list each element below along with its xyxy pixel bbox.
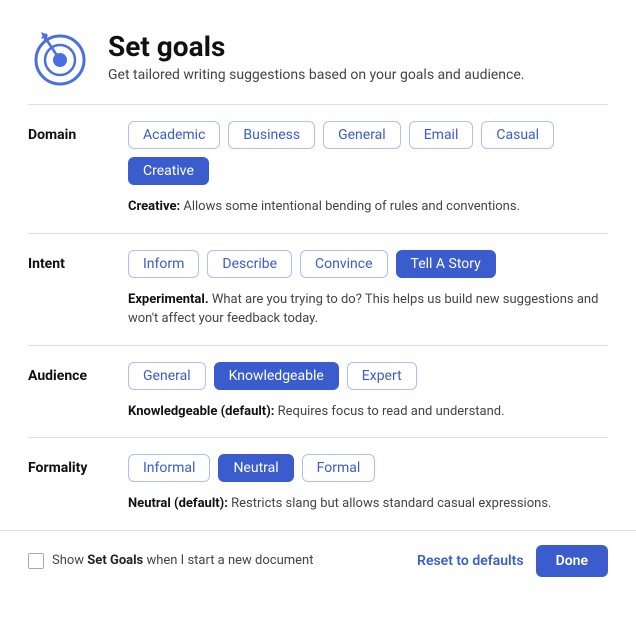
page-header: Set goals Get tailored writing suggestio… — [28, 24, 608, 88]
formality-buttons: Informal Neutral Formal — [128, 454, 375, 482]
divider-1 — [28, 104, 608, 105]
divider-3 — [28, 345, 608, 346]
intent-description: Experimental. What are you trying to do?… — [128, 290, 608, 329]
domain-btn-academic[interactable]: Academic — [128, 121, 220, 149]
intent-section: Intent Inform Describe Convince Tell A S… — [28, 250, 608, 329]
domain-section: Domain Academic Business General Email C… — [28, 121, 608, 217]
target-icon — [28, 24, 92, 88]
domain-label: Domain — [28, 121, 108, 143]
domain-btn-general[interactable]: General — [323, 121, 401, 149]
audience-section: Audience General Knowledgeable Expert Kn… — [28, 362, 608, 422]
footer-left: Show Set Goals when I start a new docume… — [28, 553, 314, 569]
intent-label: Intent — [28, 250, 108, 272]
audience-label: Audience — [28, 362, 108, 384]
intent-btn-describe[interactable]: Describe — [207, 250, 292, 278]
formality-label: Formality — [28, 454, 108, 476]
reset-defaults-button[interactable]: Reset to defaults — [417, 553, 524, 569]
domain-buttons: Academic Business General Email Casual C… — [128, 121, 608, 185]
show-set-goals-checkbox[interactable] — [28, 553, 44, 569]
page-title: Set goals — [108, 30, 524, 63]
audience-buttons: General Knowledgeable Expert — [128, 362, 417, 390]
divider-2 — [28, 233, 608, 234]
formality-btn-neutral[interactable]: Neutral — [218, 454, 293, 482]
footer-checkbox-label: Show Set Goals when I start a new docume… — [52, 553, 314, 568]
audience-btn-knowledgeable[interactable]: Knowledgeable — [214, 362, 339, 390]
domain-btn-casual[interactable]: Casual — [481, 121, 554, 149]
intent-btn-convince[interactable]: Convince — [300, 250, 388, 278]
domain-btn-business[interactable]: Business — [228, 121, 315, 149]
domain-description: Creative: Allows some intentional bendin… — [128, 197, 608, 217]
domain-btn-creative[interactable]: Creative — [128, 157, 209, 185]
audience-description: Knowledgeable (default): Requires focus … — [128, 402, 608, 422]
intent-btn-inform[interactable]: Inform — [128, 250, 199, 278]
audience-btn-expert[interactable]: Expert — [347, 362, 417, 390]
footer-right: Reset to defaults Done — [417, 545, 608, 577]
formality-btn-formal[interactable]: Formal — [302, 454, 376, 482]
intent-btn-tell-a-story[interactable]: Tell A Story — [396, 250, 496, 278]
done-button[interactable]: Done — [536, 545, 608, 577]
formality-description: Neutral (default): Restricts slang but a… — [128, 494, 608, 514]
formality-section: Formality Informal Neutral Formal Neutra… — [28, 454, 608, 514]
domain-btn-email[interactable]: Email — [409, 121, 474, 149]
divider-4 — [28, 437, 608, 438]
formality-btn-informal[interactable]: Informal — [128, 454, 210, 482]
footer: Show Set Goals when I start a new docume… — [0, 530, 636, 591]
page-subtitle: Get tailored writing suggestions based o… — [108, 67, 524, 83]
intent-buttons: Inform Describe Convince Tell A Story — [128, 250, 496, 278]
audience-btn-general[interactable]: General — [128, 362, 206, 390]
